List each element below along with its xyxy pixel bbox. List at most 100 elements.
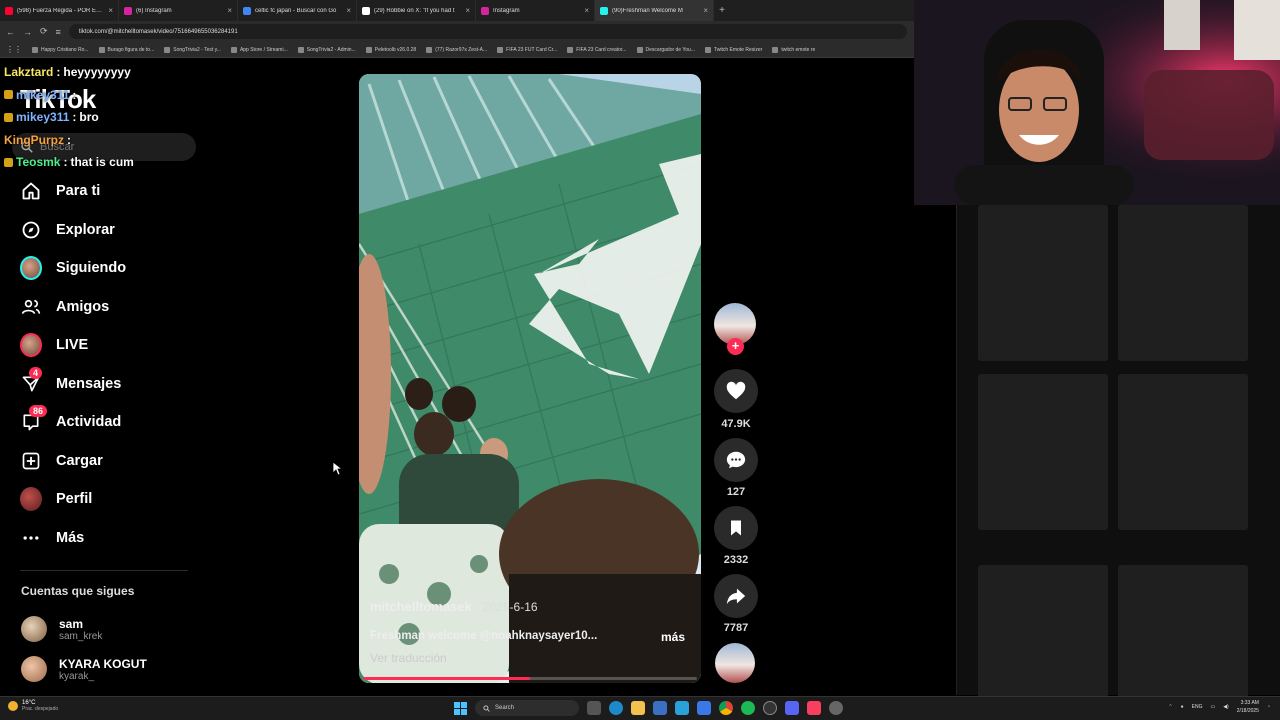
url-field[interactable]: tiktok.com/@mitchelltomasek/video/751664… [68,24,907,39]
tab-title: (598) Fuerza Regida - POR ESO [17,7,105,14]
music-icon[interactable] [807,701,821,715]
close-tab-icon[interactable]: × [584,6,589,15]
caption-more-button[interactable]: más [661,630,685,644]
bookmark-favicon-icon [772,46,779,53]
save-count: 2332 [723,554,749,566]
taskbar-search[interactable]: Search [475,700,579,716]
microphone-icon[interactable]: ● [1181,704,1184,710]
mail-icon[interactable] [697,701,711,715]
site-info-icon[interactable]: ≡ [56,27,61,37]
close-tab-icon[interactable]: × [703,6,708,15]
upload-icon [20,450,42,472]
sidebar-item-mas[interactable]: Más [20,519,190,558]
bookmark-item[interactable]: (77) Razor97s Zest-A... [426,46,487,53]
video-progress-fill [363,677,530,680]
chat-separator: : [72,110,77,124]
browser-tab[interactable]: (90)Freshman Welcome M × [595,0,714,21]
messages-badge: 4 [29,366,43,379]
sidebar-item-mensajes[interactable]: 4 Mensajes [20,365,190,404]
close-tab-icon[interactable]: × [227,6,232,15]
like-button[interactable] [714,369,758,413]
share-button[interactable] [714,574,758,618]
bookmark-item[interactable]: SongTrivia2 - Test y... [164,46,221,53]
network-icon[interactable]: ▭ [1210,704,1215,710]
obs-icon[interactable] [763,701,777,715]
bookmark-item[interactable]: Twitch Emote Resizer [705,46,762,53]
discord-icon[interactable] [785,701,799,715]
chat-username[interactable]: Teosmk [16,151,60,174]
browser-tab[interactable]: celtic fc japan - Buscar con Go × [238,0,357,21]
chat-username[interactable]: KingPurpz [4,129,64,152]
video-thumbnail[interactable] [978,374,1108,530]
close-tab-icon[interactable]: × [108,6,113,15]
browser-tab[interactable]: (598) Fuerza Regida - POR ESO × [0,0,119,21]
browser-tab[interactable]: Instagram × [476,0,595,21]
chrome-icon[interactable] [719,701,733,715]
back-icon[interactable]: ← [6,27,15,37]
bookmarks-bar: ⋮⋮ Happy Cristiano Ro... Burago figura de… [0,42,915,58]
comment-button[interactable] [714,438,758,482]
video-thumbnail[interactable] [1118,205,1248,361]
following-account-item[interactable]: sam sam_krek [21,616,102,642]
notification-bell-icon[interactable]: ◔ [1267,704,1270,710]
new-tab-button[interactable]: + [714,5,730,16]
stream-chat: Lakztard: heyyyyyyyy mikey311: mikey311: bro… [4,61,134,174]
sidebar-item-actividad[interactable]: 86 Actividad [20,403,190,442]
bookmark-item[interactable]: SongTrivia2 - Admin... [297,46,356,53]
video-thumbnail[interactable] [1118,374,1248,530]
bookmark-item[interactable]: Burago figura de to... [98,46,154,53]
close-tab-icon[interactable]: × [465,6,470,15]
sidebar-item-amigos[interactable]: Amigos [20,288,190,327]
apps-grid-icon[interactable]: ⋮⋮ [6,45,22,54]
chat-username[interactable]: mikey311 [16,84,69,107]
sidebar-item-perfil[interactable]: Perfil [20,480,190,519]
weather-widget[interactable]: 16°C Prac. despejado [8,700,58,712]
messages-icon: 4 [20,366,43,395]
tab-favicon-icon [5,6,13,15]
close-tab-icon[interactable]: × [346,6,351,15]
sidebar-item-cargar[interactable]: Cargar [20,442,190,481]
spotify-icon[interactable] [741,701,755,715]
save-button[interactable] [714,506,758,550]
chat-username[interactable]: Lakztard [4,61,53,84]
bookmark-item[interactable]: App Store / Streami... [230,46,288,53]
windows-start-icon[interactable] [454,701,467,715]
bookmark-item[interactable]: Descargador de You... [636,46,695,53]
photos-icon[interactable] [675,701,689,715]
settings-app-icon[interactable] [829,701,843,715]
store-icon[interactable] [653,701,667,715]
chat-username[interactable]: mikey311 [16,106,69,129]
sidebar-item-siguiendo[interactable]: Siguiendo [20,249,190,288]
task-view-icon[interactable] [587,701,601,715]
language-indicator[interactable]: ENG [1192,704,1203,710]
video-thumbnail[interactable] [978,205,1108,361]
browser-tab[interactable]: (29) Robbie on X: "If you had t × [357,0,476,21]
bookmark-item[interactable]: FIFA 23 FUT Card Cr... [497,46,558,53]
bookmark-item[interactable]: twitch emote re [772,46,815,53]
video-player[interactable]: mitchelltomasek · 2025-6-16 Freshman wel… [359,74,701,683]
video-author[interactable]: mitchelltomasek · 2025-6-16 [370,599,538,614]
chevron-up-icon[interactable]: ⌃ [1168,704,1172,710]
bookmark-item[interactable]: Peletoolb v26.0.28 [365,46,416,53]
volume-icon[interactable]: ◀) [1223,704,1229,710]
creator-avatar[interactable]: + [714,303,756,355]
forward-icon[interactable]: → [23,27,32,37]
sidebar-item-explorar[interactable]: Explorar [20,211,190,250]
bookmark-label: FIFA 23 FUT Card Cr... [506,46,558,53]
music-disc-icon[interactable] [715,643,755,683]
edge-icon[interactable] [609,701,623,715]
translate-link[interactable]: Ver traducción [370,651,447,665]
sidebar-item-live[interactable]: LIVE [20,326,190,365]
reload-icon[interactable]: ⟳ [40,26,48,37]
bookmark-label: SongTrivia2 - Test y... [173,46,221,53]
clock[interactable]: 3:33 AM 2/18/2025 [1237,699,1259,715]
video-progress-bar[interactable] [363,677,697,680]
browser-tab[interactable]: (6) Instagram × [119,0,238,21]
bookmark-item[interactable]: FIFA 23 Card creator... [567,46,627,53]
following-account-item[interactable]: KYARA KOGUT kyarak_ [21,656,147,682]
bookmark-item[interactable]: Happy Cristiano Ro... [32,46,89,53]
follow-plus-icon[interactable]: + [727,338,744,355]
bookmark-label: FIFA 23 Card creator... [576,46,627,53]
file-explorer-icon[interactable] [631,701,645,715]
sidebar-item-para-ti[interactable]: Para ti [20,172,190,211]
